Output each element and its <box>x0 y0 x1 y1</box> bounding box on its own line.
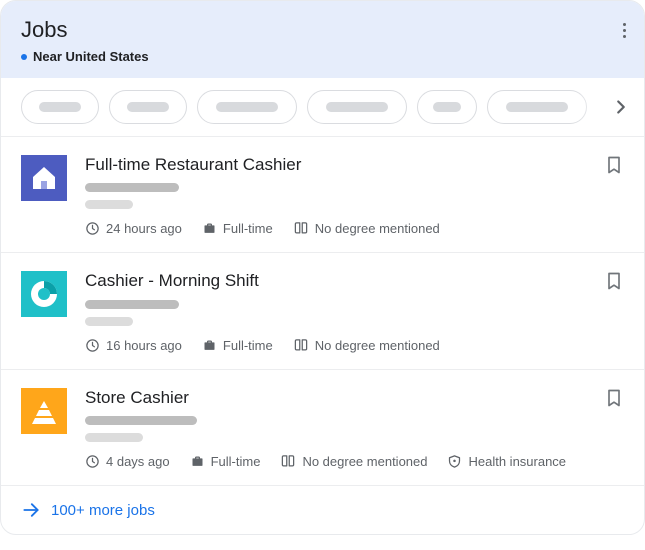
location-placeholder <box>85 200 133 209</box>
job-main: Full-time Restaurant Cashier 24 hours ago… <box>85 155 624 236</box>
book-open-icon <box>280 454 296 469</box>
meta-item: Health insurance <box>447 454 566 469</box>
filter-chip[interactable] <box>21 90 99 124</box>
chip-placeholder <box>433 102 461 112</box>
job-main: Cashier - Morning Shift 16 hours ago Full-… <box>85 271 624 352</box>
filter-chip-row[interactable] <box>1 78 644 137</box>
briefcase-icon <box>202 338 217 353</box>
job-meta-row: 16 hours ago Full-time No degree mentioned <box>85 338 624 353</box>
chip-placeholder <box>127 102 169 112</box>
meta-text: 4 days ago <box>106 454 170 469</box>
book-open-icon <box>293 338 309 353</box>
location-dot-icon <box>21 54 27 60</box>
job-title: Full-time Restaurant Cashier <box>85 155 624 175</box>
meta-text: Full-time <box>223 221 273 236</box>
filter-chip[interactable] <box>109 90 187 124</box>
location-placeholder <box>85 317 133 326</box>
meta-item: Full-time <box>190 454 261 469</box>
job-meta-row: 4 days ago Full-time No degree mentioned He… <box>85 454 624 469</box>
job-row[interactable]: Store Cashier 4 days ago Full-time No degre… <box>1 370 644 486</box>
header-title: Jobs <box>21 17 624 43</box>
chip-placeholder <box>216 102 278 112</box>
briefcase-icon <box>202 221 217 236</box>
employer-logo <box>21 155 67 201</box>
meta-item: No degree mentioned <box>280 454 427 469</box>
meta-item: Full-time <box>202 338 273 353</box>
shield-icon <box>447 454 462 469</box>
location-placeholder <box>85 433 143 442</box>
employer-placeholder <box>85 416 197 425</box>
job-title: Cashier - Morning Shift <box>85 271 624 291</box>
job-list: Full-time Restaurant Cashier 24 hours ago… <box>1 137 644 486</box>
employer-logo <box>21 388 67 434</box>
meta-text: 16 hours ago <box>106 338 182 353</box>
employer-placeholder <box>85 183 179 192</box>
job-row[interactable]: Full-time Restaurant Cashier 24 hours ago… <box>1 137 644 253</box>
job-main: Store Cashier 4 days ago Full-time No degre… <box>85 388 624 469</box>
meta-text: 24 hours ago <box>106 221 182 236</box>
job-row[interactable]: Cashier - Morning Shift 16 hours ago Full-… <box>1 253 644 369</box>
employer-placeholder <box>85 300 179 309</box>
clock-icon <box>85 338 100 353</box>
meta-text: No degree mentioned <box>315 338 440 353</box>
meta-text: Health insurance <box>468 454 566 469</box>
meta-text: No degree mentioned <box>315 221 440 236</box>
chip-placeholder <box>39 102 81 112</box>
book-open-icon <box>293 221 309 236</box>
briefcase-icon <box>190 454 205 469</box>
meta-item: No degree mentioned <box>293 221 440 236</box>
chevron-right-icon[interactable] <box>610 96 632 118</box>
meta-text: Full-time <box>223 338 273 353</box>
clock-icon <box>85 454 100 469</box>
more-jobs-link[interactable]: 100+ more jobs <box>1 486 644 534</box>
meta-text: No degree mentioned <box>302 454 427 469</box>
filter-chip[interactable] <box>487 90 587 124</box>
bookmark-icon[interactable] <box>604 388 624 413</box>
filter-chip[interactable] <box>417 90 477 124</box>
chip-placeholder <box>326 102 388 112</box>
filter-chip[interactable] <box>197 90 297 124</box>
job-meta-row: 24 hours ago Full-time No degree mentioned <box>85 221 624 236</box>
meta-item: 4 days ago <box>85 454 170 469</box>
meta-item: Full-time <box>202 221 273 236</box>
bookmark-icon[interactable] <box>604 271 624 296</box>
chip-placeholder <box>506 102 568 112</box>
more-jobs-label: 100+ more jobs <box>51 502 155 519</box>
job-title: Store Cashier <box>85 388 624 408</box>
meta-item: No degree mentioned <box>293 338 440 353</box>
location-label: Near United States <box>33 49 149 64</box>
clock-icon <box>85 221 100 236</box>
more-options-icon[interactable] <box>619 19 630 42</box>
meta-item: 24 hours ago <box>85 221 182 236</box>
meta-item: 16 hours ago <box>85 338 182 353</box>
filter-chip[interactable] <box>307 90 407 124</box>
jobs-card: Jobs Near United States Full-time Restau… <box>0 0 645 535</box>
bookmark-icon[interactable] <box>604 155 624 180</box>
employer-logo <box>21 271 67 317</box>
meta-text: Full-time <box>211 454 261 469</box>
card-header: Jobs Near United States <box>1 1 644 78</box>
header-location[interactable]: Near United States <box>21 49 624 64</box>
arrow-right-icon <box>21 500 41 520</box>
